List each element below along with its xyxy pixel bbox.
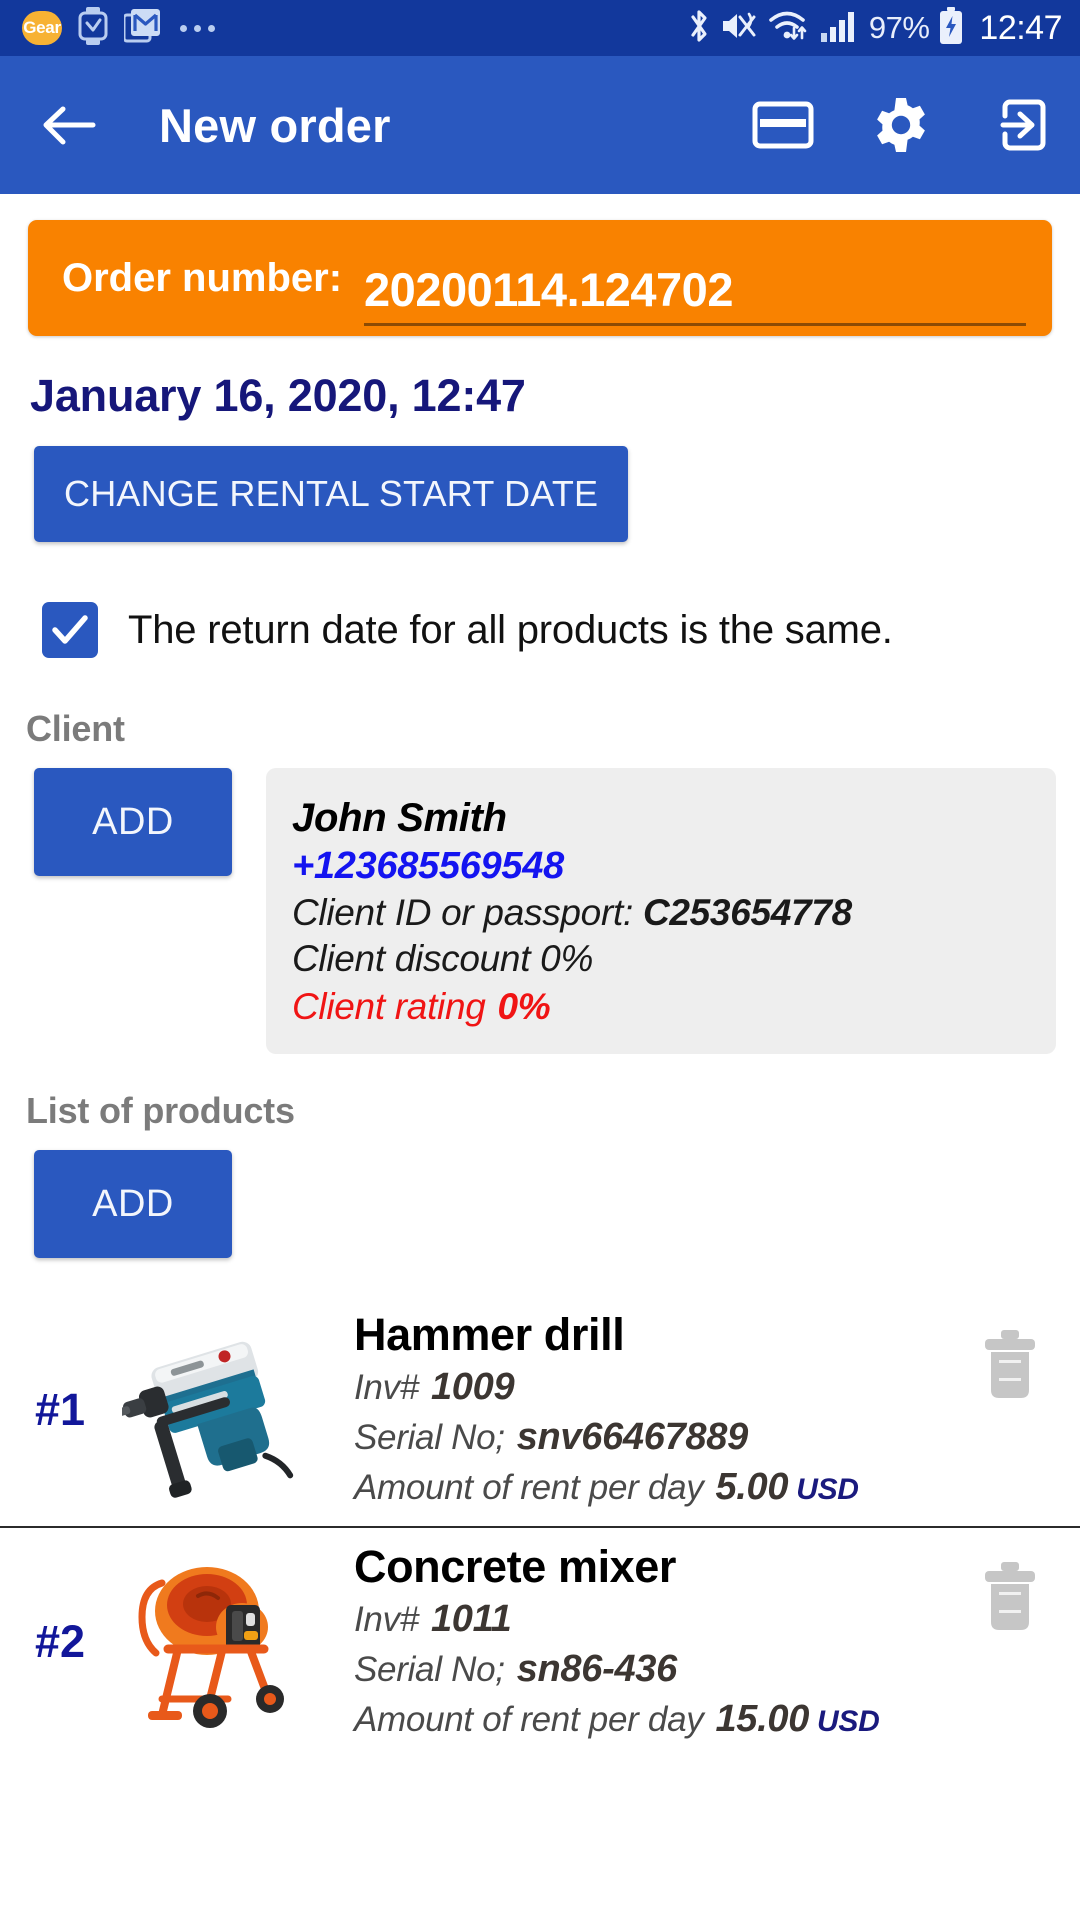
rental-start-date: January 16, 2020, 12:47 (30, 370, 526, 421)
settings-gear-icon[interactable] (870, 94, 932, 156)
table-row[interactable]: #2 Concrete mixer Inv# 1011 Serial No; s… (0, 1526, 1080, 1758)
product-inv-label: Inv# (354, 1600, 419, 1640)
product-serial-row: Serial No; snv66467889 (354, 1416, 970, 1459)
mute-vibrate-icon (720, 9, 758, 48)
app-screen: Gear 97% 12:47 New order Order number: 2… (0, 0, 1080, 1920)
product-index: #1 (34, 1384, 86, 1435)
products-section-heading: List of products (26, 1090, 295, 1131)
product-list: #1 Hammer drill Inv# 1009 Serial No; snv… (0, 1296, 1080, 1758)
product-inv-row: Inv# 1011 (354, 1598, 970, 1641)
status-bar-clock: 12:47 (979, 8, 1062, 47)
client-section-heading: Client (26, 708, 125, 749)
status-bar: Gear 97% 12:47 (0, 0, 1080, 56)
product-rent-row: Amount of rent per day 5.00 USD (354, 1466, 970, 1509)
order-number-banner: Order number: 20200114.124702 (28, 220, 1052, 336)
bluetooth-icon (687, 7, 711, 50)
battery-icon (938, 6, 964, 50)
client-id-label: Client ID or passport: (292, 892, 633, 933)
order-number-label: Order number: (62, 255, 343, 300)
product-serial-label: Serial No; (354, 1650, 505, 1690)
status-bar-right-icons: 97% 12:47 (687, 6, 1062, 50)
product-index: #2 (34, 1616, 86, 1667)
change-rental-start-date-button[interactable]: CHANGE RENTAL START DATE (34, 446, 629, 542)
delete-product-icon[interactable] (982, 1330, 1038, 1400)
same-return-date-checkbox-row[interactable]: The return date for all products is the … (42, 602, 1080, 658)
smartwatch-icon (78, 6, 108, 50)
client-details-card[interactable]: John Smith +123685569548 Client ID or pa… (266, 768, 1056, 1054)
product-inv-value: 1011 (430, 1598, 512, 1641)
add-product-button[interactable]: ADD (34, 1150, 232, 1258)
order-number-input[interactable]: 20200114.124702 (364, 262, 1026, 326)
product-rent-row: Amount of rent per day 15.00 USD (354, 1698, 970, 1741)
client-section-row: ADD John Smith +123685569548 Client ID o… (0, 768, 1080, 1054)
page-title: New order (159, 98, 391, 152)
product-serial-value: snv66467889 (516, 1416, 749, 1459)
app-bar-actions (752, 94, 1050, 156)
product-info: Concrete mixer Inv# 1011 Serial No; sn86-4… (354, 1540, 1080, 1742)
hammer-drill-photo (120, 1315, 320, 1505)
more-dots-icon (180, 24, 215, 32)
concrete-mixer-photo (120, 1547, 320, 1737)
gear-app-icon: Gear (22, 11, 62, 45)
order-form-content: Order number: 20200114.124702 January 16… (0, 220, 1080, 1758)
client-rating-row: Client rating 0% (292, 986, 1026, 1028)
product-title: Hammer drill (354, 1308, 625, 1360)
app-bar: New order (0, 56, 1080, 194)
battery-percent-label: 97% (868, 10, 930, 45)
client-discount: Client discount 0% (292, 938, 594, 979)
product-rent-label: Amount of rent per day (354, 1468, 704, 1508)
product-serial-row: Serial No; sn86-436 (354, 1648, 970, 1691)
status-bar-left-icons: Gear (22, 6, 215, 50)
same-return-date-checkbox[interactable] (42, 602, 98, 658)
wifi-icon (767, 8, 811, 49)
product-rent-value: 15.00 (715, 1698, 810, 1741)
product-info: Hammer drill Inv# 1009 Serial No; snv66467… (354, 1308, 1080, 1510)
payment-card-icon[interactable] (752, 94, 814, 156)
product-serial-value: sn86-436 (516, 1648, 678, 1691)
client-id-row: Client ID or passport: C253654778 (292, 892, 1026, 934)
client-phone[interactable]: +123685569548 (292, 845, 1026, 888)
product-title: Concrete mixer (354, 1540, 677, 1592)
product-rent-label: Amount of rent per day (354, 1700, 704, 1740)
product-rent-value: 5.00 (715, 1466, 789, 1509)
product-inv-value: 1009 (430, 1366, 515, 1409)
client-name: John Smith (292, 796, 507, 840)
same-return-date-label: The return date for all products is the … (128, 607, 893, 652)
product-currency: USD (796, 1473, 859, 1507)
product-inv-label: Inv# (354, 1368, 419, 1408)
gmail-icon (122, 8, 160, 48)
add-client-button[interactable]: ADD (34, 768, 232, 876)
client-rating-label: Client rating (292, 986, 486, 1027)
product-inv-row: Inv# 1009 (354, 1366, 970, 1409)
product-currency: USD (817, 1705, 880, 1739)
table-row[interactable]: #1 Hammer drill Inv# 1009 Serial No; snv… (0, 1296, 1080, 1526)
product-serial-label: Serial No; (354, 1418, 505, 1458)
back-arrow-icon[interactable] (38, 93, 102, 157)
logout-icon[interactable] (988, 94, 1050, 156)
client-id-value: C253654778 (642, 892, 852, 933)
client-rating-value: 0% (497, 986, 551, 1027)
order-number-value: 20200114.124702 (364, 263, 733, 316)
cellular-signal-icon (820, 9, 858, 48)
delete-product-icon[interactable] (982, 1562, 1038, 1632)
